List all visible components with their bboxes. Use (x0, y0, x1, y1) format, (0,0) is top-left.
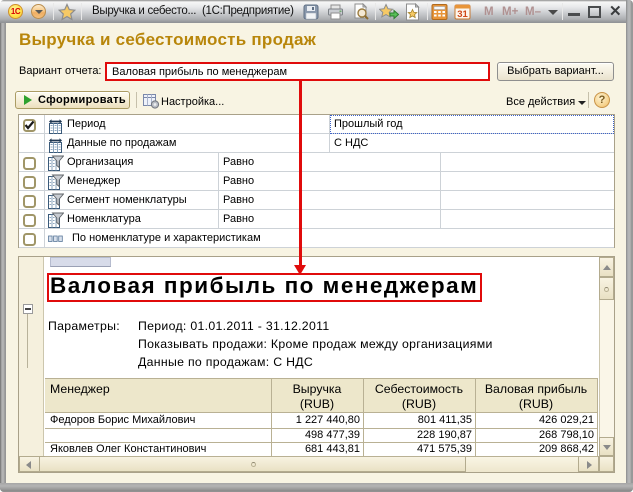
svg-text:31: 31 (457, 9, 468, 20)
